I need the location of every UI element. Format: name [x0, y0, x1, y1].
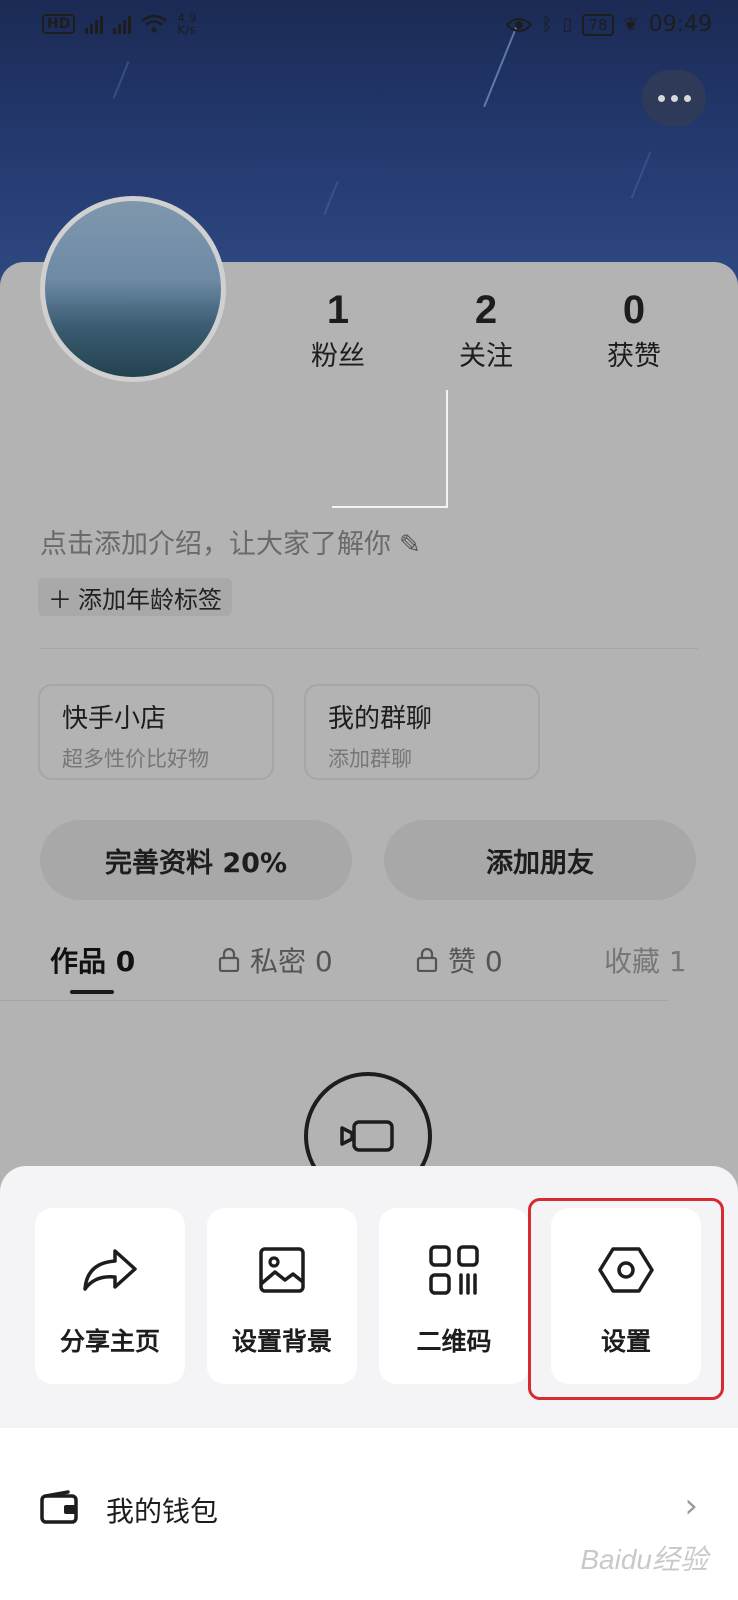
leaf-icon: ❦ — [623, 14, 639, 35]
action-label: 二维码 — [416, 1327, 492, 1356]
dot-icon — [683, 94, 691, 102]
tab-works[interactable]: 作品 0 — [50, 940, 135, 980]
qr-code-button[interactable]: 二维码 — [379, 1208, 529, 1384]
tab-label: 赞 0 — [448, 945, 503, 978]
stat-followers[interactable]: 1 粉丝 — [278, 288, 398, 373]
dot-icon — [670, 94, 678, 102]
meteor-streak — [112, 61, 130, 99]
dot-icon — [657, 94, 665, 102]
lock-icon — [218, 948, 240, 972]
share-icon — [83, 1249, 137, 1291]
meteor-streak — [323, 180, 339, 216]
complete-profile-label: 完善资料 20% — [104, 847, 288, 879]
kuaishou-shop-card[interactable]: 快手小店 超多性价比好物 — [38, 684, 274, 780]
intro-text: 点击添加介绍，让大家了解你 — [40, 529, 391, 560]
complete-profile-button[interactable]: 完善资料 20% — [40, 820, 352, 900]
meteor-streak — [630, 151, 652, 199]
add-friends-label: 添加朋友 — [486, 847, 594, 879]
video-camera-icon — [340, 1120, 394, 1152]
more-options-button[interactable] — [642, 70, 706, 126]
qr-code-icon — [429, 1245, 479, 1295]
tab-private[interactable]: 私密 0 — [218, 940, 333, 980]
add-friends-button[interactable]: 添加朋友 — [384, 820, 696, 900]
set-background-button[interactable]: 设置背景 — [207, 1208, 357, 1384]
signal-icon — [85, 14, 104, 34]
intro-prompt[interactable]: 点击添加介绍，让大家了解你 ✎ — [40, 522, 421, 561]
avatar[interactable] — [40, 196, 226, 382]
vibrate-icon: ▯ — [562, 14, 573, 35]
stat-label: 粉丝 — [311, 341, 365, 372]
signal-icon — [113, 14, 132, 34]
group-chat-card[interactable]: 我的群聊 添加群聊 — [304, 684, 540, 780]
edit-pencil-icon: ✎ — [399, 530, 421, 560]
add-age-tag-button[interactable]: ＋ 添加年龄标签 — [38, 578, 232, 616]
status-bar: HD 4.9 K/s ᛒ ▯ 78 ❦ 09:49 — [0, 0, 738, 48]
stat-value: 2 — [474, 288, 498, 332]
stat-label: 获赞 — [607, 341, 661, 372]
wallet-icon — [40, 1490, 78, 1524]
wallet-row[interactable]: 我的钱包 › Baidu经验 — [0, 1428, 738, 1600]
tab-label: 私密 0 — [250, 945, 333, 978]
stat-likes[interactable]: 0 获赞 — [574, 288, 694, 373]
age-tag-label: 添加年龄标签 — [78, 585, 222, 614]
tab-likes[interactable]: 赞 0 — [416, 940, 503, 980]
eye-icon — [505, 17, 532, 32]
wallet-label: 我的钱包 — [106, 1495, 219, 1528]
tab-label: 作品 0 — [50, 945, 136, 978]
card-title: 快手小店 — [62, 704, 167, 734]
guide-line — [332, 506, 448, 508]
share-profile-button[interactable]: 分享主页 — [35, 1208, 185, 1384]
tab-label: 收藏 1 — [604, 945, 687, 978]
divider — [40, 648, 698, 649]
wifi-icon — [141, 14, 168, 33]
network-speed: 4.9 K/s — [177, 11, 197, 37]
action-label: 设置背景 — [231, 1327, 332, 1356]
tab-favorites[interactable]: 收藏 1 — [604, 940, 687, 980]
active-tab-indicator — [70, 990, 114, 994]
stat-value: 1 — [326, 288, 350, 332]
card-title: 我的群聊 — [328, 704, 433, 734]
bluetooth-icon: ᛒ — [541, 14, 553, 35]
stat-following[interactable]: 2 关注 — [426, 288, 546, 373]
tab-divider — [0, 1000, 668, 1001]
clock: 09:49 — [648, 12, 712, 37]
action-label: 分享主页 — [59, 1327, 160, 1356]
plus-icon: ＋ — [48, 585, 72, 614]
settings-highlight-box — [528, 1198, 724, 1400]
chevron-right-icon: › — [684, 1486, 698, 1526]
card-subtitle: 超多性价比好物 — [62, 747, 209, 771]
stat-label: 关注 — [459, 341, 513, 372]
card-subtitle: 添加群聊 — [328, 747, 412, 771]
image-icon — [259, 1247, 305, 1293]
stat-value: 0 — [622, 288, 646, 332]
hd-badge: HD — [42, 14, 76, 34]
lock-icon — [416, 948, 438, 972]
battery-indicator: 78 — [582, 13, 614, 36]
watermark: Baidu经验 — [580, 1544, 708, 1575]
guide-line — [446, 390, 448, 508]
